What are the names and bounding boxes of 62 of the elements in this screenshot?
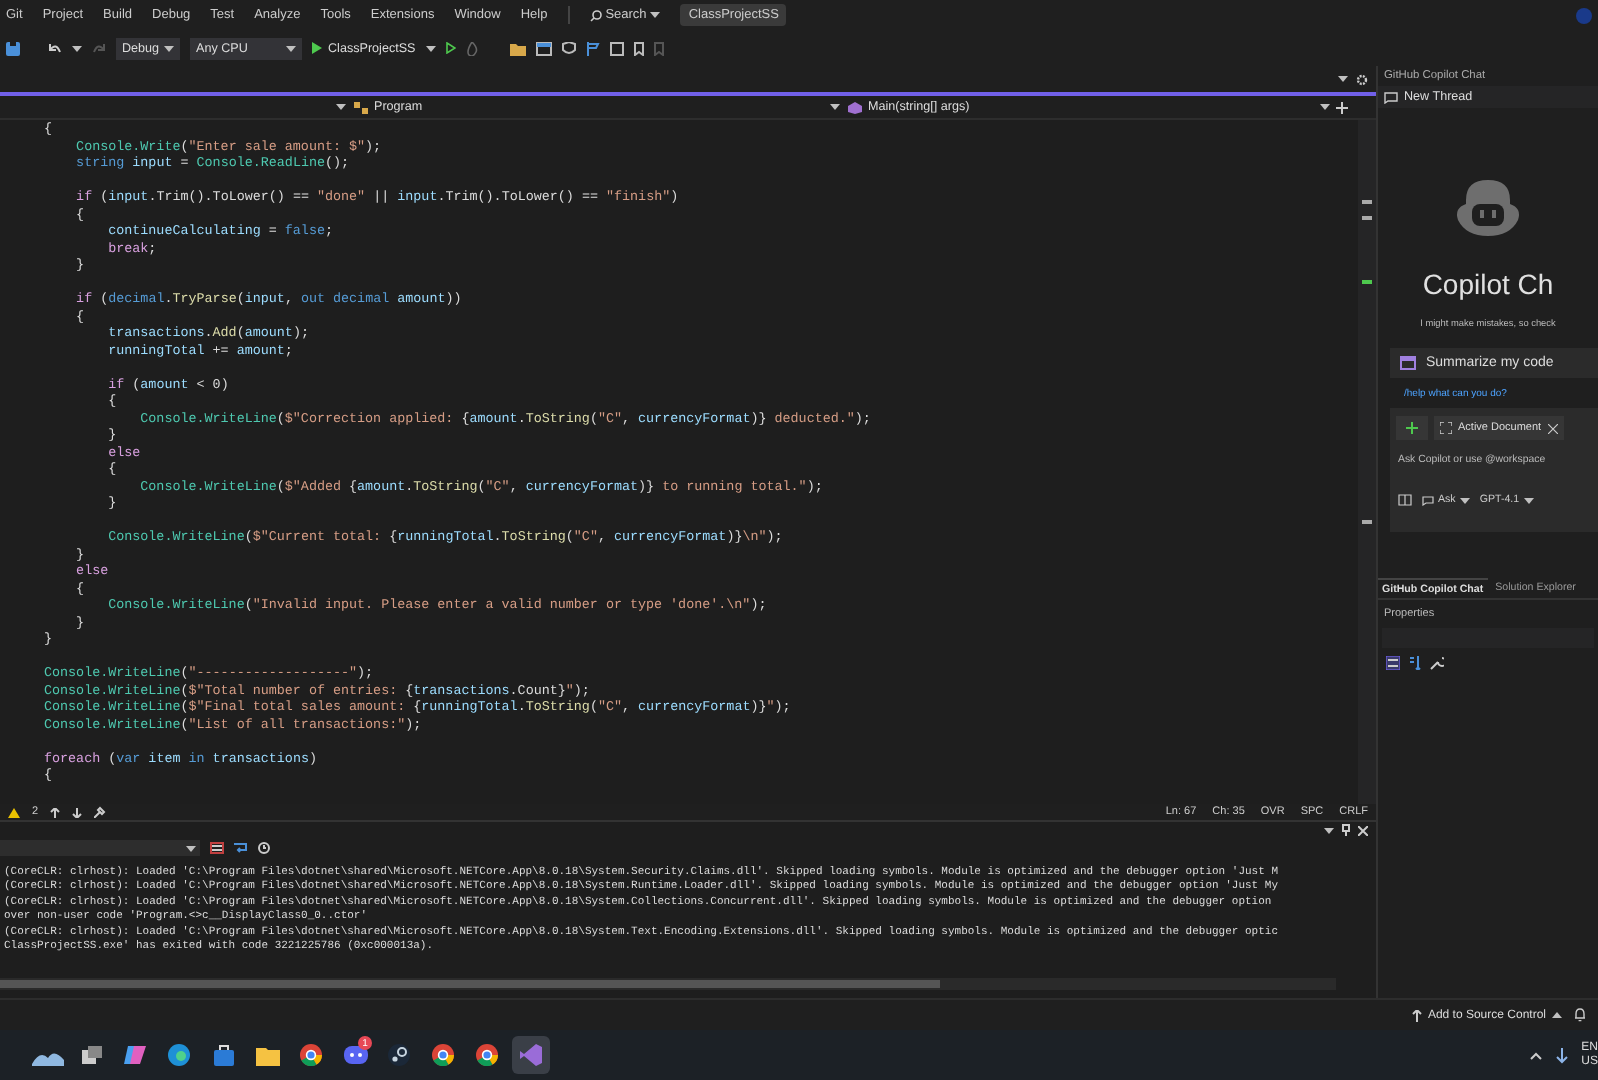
flag-icon[interactable] — [585, 41, 600, 55]
window-icon[interactable] — [609, 41, 624, 55]
chevron-up-icon[interactable] — [1529, 1051, 1542, 1059]
chat-bubble-icon — [1422, 495, 1434, 505]
shield-icon[interactable] — [561, 41, 576, 55]
caret-icon[interactable] — [830, 104, 840, 110]
caret-icon[interactable] — [1459, 497, 1470, 503]
folder-icon[interactable] — [509, 41, 526, 55]
class-icon — [354, 101, 368, 113]
grid-icon[interactable] — [1386, 656, 1400, 670]
caret-icon[interactable] — [1324, 827, 1334, 833]
shopping-bag-icon — [213, 1044, 233, 1066]
caret-icon[interactable] — [650, 12, 661, 18]
controller-icon — [343, 1046, 367, 1064]
caret-icon[interactable] — [1338, 76, 1348, 82]
sort-icon[interactable] — [1408, 656, 1422, 670]
add-context-button[interactable] — [1396, 416, 1428, 440]
save-icon[interactable] — [6, 41, 20, 55]
play-icon — [312, 42, 322, 54]
up-arrow-icon[interactable] — [50, 807, 61, 817]
scrollbar[interactable] — [0, 978, 1336, 990]
windows-icon — [81, 1046, 101, 1064]
play-outline-icon[interactable] — [445, 42, 456, 54]
bell-icon[interactable] — [1574, 1008, 1586, 1022]
undo-icon[interactable] — [48, 41, 62, 55]
plus-icon[interactable] — [1336, 101, 1348, 113]
caret-icon[interactable] — [425, 45, 436, 51]
caret-icon — [1552, 1012, 1562, 1018]
chat-heading: Copilot Ch — [1422, 268, 1554, 300]
up-arrow-icon — [1411, 1009, 1422, 1021]
caret-icon[interactable] — [186, 845, 196, 851]
folder-icon — [255, 1045, 279, 1065]
chat-bubble-icon — [1384, 91, 1398, 103]
wrap-icon[interactable] — [234, 842, 248, 854]
clear-icon[interactable] — [210, 842, 224, 854]
close-icon[interactable] — [1547, 423, 1558, 433]
window-icon — [1400, 356, 1416, 370]
search-icon — [589, 9, 602, 21]
clock-icon[interactable] — [258, 842, 270, 854]
frame-icon — [1440, 422, 1452, 434]
method-icon — [848, 101, 862, 113]
robot-face-icon — [1454, 180, 1522, 236]
browser-icon — [432, 1044, 454, 1066]
caret-icon[interactable] — [72, 45, 82, 51]
wave-circle-icon — [168, 1044, 190, 1066]
caret-icon[interactable] — [286, 45, 296, 51]
window-icon[interactable] — [535, 41, 552, 55]
gear-circle-icon — [388, 1044, 410, 1066]
caret-icon[interactable] — [1320, 104, 1330, 110]
plus-icon — [1406, 422, 1418, 434]
scrollbar[interactable] — [1358, 120, 1376, 804]
download-icon[interactable] — [1555, 1047, 1568, 1063]
close-icon[interactable] — [1358, 825, 1368, 835]
down-arrow-icon[interactable] — [72, 807, 83, 817]
caret-icon[interactable] — [1523, 497, 1534, 503]
caret-icon[interactable] — [164, 45, 174, 51]
browser-icon — [300, 1044, 322, 1066]
caret-icon[interactable] — [336, 104, 346, 110]
browser-icon — [476, 1044, 498, 1066]
pin-icon[interactable] — [1342, 824, 1350, 836]
brush-icon[interactable] — [94, 806, 107, 818]
book-icon[interactable] — [1398, 494, 1412, 506]
